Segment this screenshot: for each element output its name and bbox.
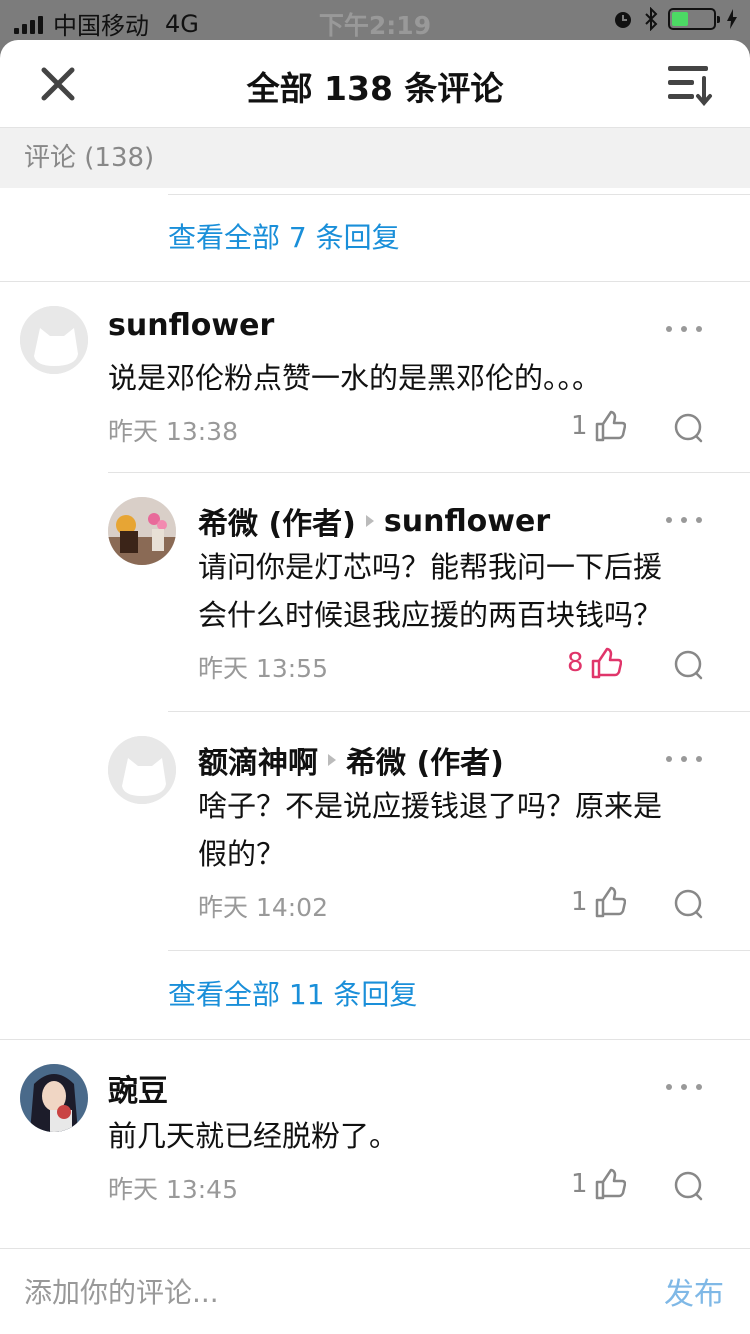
view-all-replies-link[interactable]: 查看全部 7 条回复 <box>0 195 750 281</box>
thumbs-up-icon <box>595 886 626 918</box>
comment-time: 昨天 13:38 <box>108 417 238 446</box>
reply-comment-icon[interactable] <box>672 412 704 444</box>
reply-item: 希微 (作者) sunflower 请问你是灯芯吗？能帮我问一下后援 会什么时候… <box>0 473 750 711</box>
reply-target[interactable]: sunflower <box>384 504 550 539</box>
like-count: 1 <box>571 411 588 441</box>
thumbs-up-icon <box>595 1168 626 1200</box>
more-options-icon[interactable] <box>664 515 704 525</box>
more-options-icon[interactable] <box>664 324 704 334</box>
like-button[interactable]: 1 <box>571 886 626 918</box>
comment-time: 昨天 14:02 <box>198 893 328 922</box>
battery-icon <box>668 8 720 30</box>
comment-item: sunflower 说是邓伦粉点赞一水的是黑邓伦的。。。 昨天 13:38 1 <box>0 282 750 472</box>
comment-item: 豌豆 前几天就已经脱粉了。 昨天 13:45 1 <box>0 1040 750 1230</box>
avatar[interactable] <box>108 497 176 565</box>
like-button[interactable]: 8 <box>567 647 622 679</box>
like-button[interactable]: 1 <box>571 1168 626 1200</box>
status-bar: 中国移动 4G 下午2:19 <box>0 0 750 40</box>
default-avatar-icon <box>108 736 176 804</box>
reply-target[interactable]: 希微 (作者) <box>346 738 504 782</box>
more-options-icon[interactable] <box>664 1082 704 1092</box>
comment-author[interactable]: 豌豆 <box>108 1066 168 1110</box>
comment-author[interactable]: sunflower <box>108 308 274 343</box>
like-button[interactable]: 1 <box>571 410 626 442</box>
like-count: 1 <box>571 1169 588 1199</box>
post-button[interactable]: 发布 <box>664 1269 724 1313</box>
comment-time: 昨天 13:55 <box>198 654 328 683</box>
default-avatar-icon <box>20 306 88 374</box>
comment-text-line-1: 啥子？不是说应援钱退了吗？原来是 <box>198 789 663 823</box>
sort-icon[interactable] <box>668 62 714 106</box>
section-header: 评论 (138) <box>0 128 750 188</box>
view-all-replies-link[interactable]: 查看全部 11 条回复 <box>0 951 750 1039</box>
reply-arrow-icon <box>365 515 374 527</box>
comment-text-line-1: 请问你是灯芯吗？能帮我问一下后援 <box>198 550 663 584</box>
avatar[interactable] <box>20 1064 88 1132</box>
comment-text-line-2: 假的？ <box>198 837 286 871</box>
charging-icon <box>727 9 737 29</box>
comment-text: 前几天就已经脱粉了。 <box>108 1119 399 1153</box>
avatar[interactable] <box>20 306 88 374</box>
comment-text: 说是邓伦粉点赞一水的是黑邓伦的。。。 <box>108 361 602 395</box>
reply-comment-icon[interactable] <box>672 888 704 920</box>
comment-text-line-2: 会什么时候退我应援的两百块钱吗？ <box>198 598 663 632</box>
comment-author[interactable]: 额滴神啊 希微 (作者) <box>198 738 504 782</box>
avatar[interactable] <box>108 736 176 804</box>
reply-comment-icon[interactable] <box>672 1170 704 1202</box>
comment-time: 昨天 13:45 <box>108 1175 238 1204</box>
like-count: 8 <box>567 648 584 678</box>
comment-author[interactable]: 希微 (作者) sunflower <box>198 499 550 543</box>
comment-input[interactable]: 添加你的评论... <box>24 1271 219 1311</box>
thumbs-up-icon <box>591 647 622 679</box>
reply-item: 额滴神啊 希微 (作者) 啥子？不是说应援钱退了吗？原来是 假的？ 昨天 14:… <box>0 712 750 950</box>
reply-comment-icon[interactable] <box>672 649 704 681</box>
reply-arrow-icon <box>328 754 336 766</box>
thumbs-up-icon <box>595 410 626 442</box>
page-title: 全部 138 条评论 <box>246 69 504 108</box>
comments-sheet: 全部 138 条评论 评论 (138) 查看全部 7 条回复 sunflower… <box>0 40 750 1334</box>
author-avatar-image <box>108 497 176 565</box>
sheet-header: 全部 138 条评论 <box>0 40 750 128</box>
bluetooth-icon <box>645 7 658 31</box>
alarm-icon <box>615 12 631 28</box>
like-count: 1 <box>571 887 588 917</box>
more-options-icon[interactable] <box>664 754 704 764</box>
user-avatar-image <box>20 1064 88 1132</box>
comment-composer: 添加你的评论... 发布 <box>0 1248 750 1334</box>
